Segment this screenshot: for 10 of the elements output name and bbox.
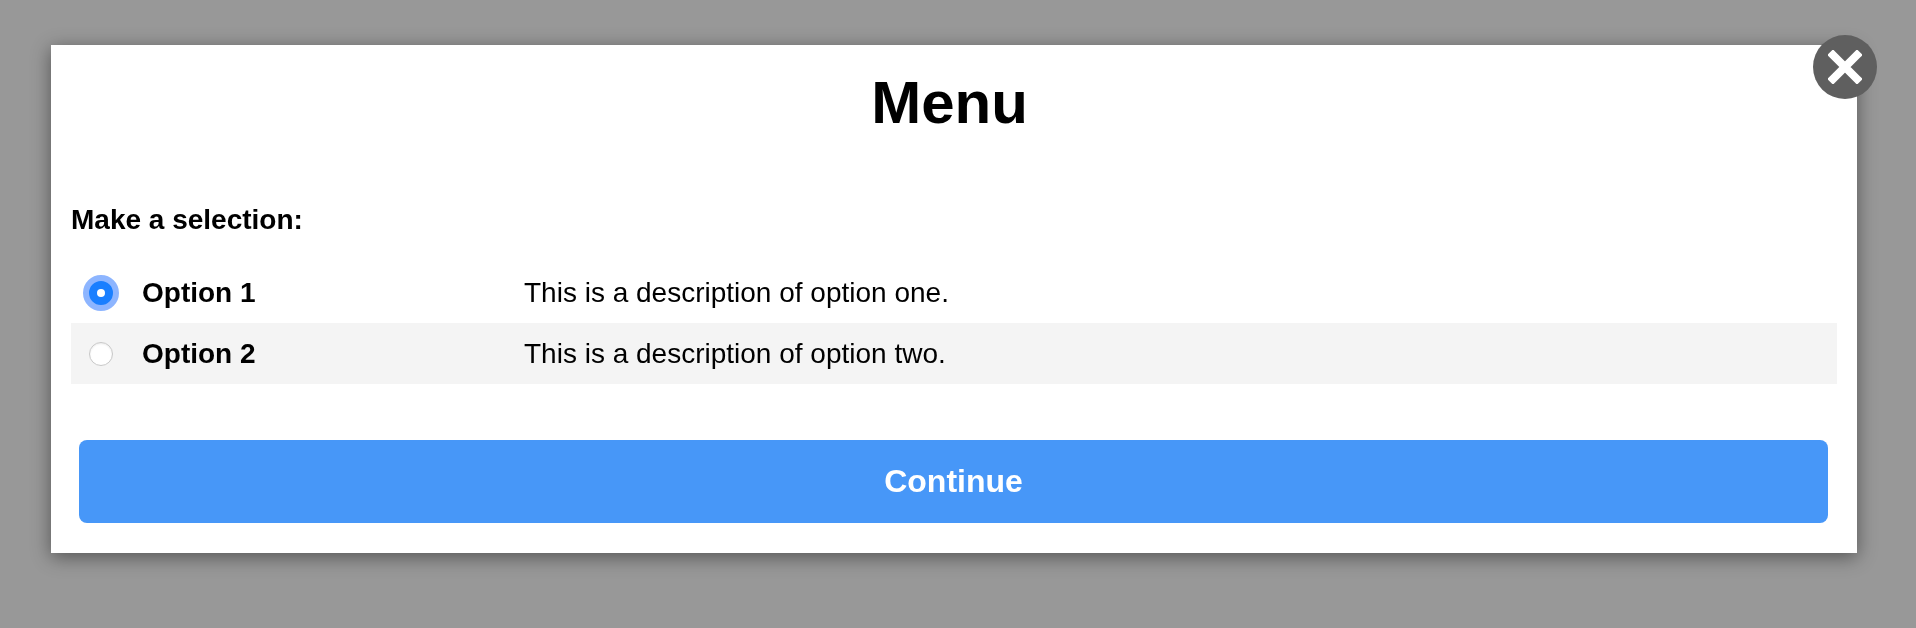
close-icon [1828, 50, 1862, 84]
radio-button[interactable] [83, 274, 119, 311]
dialog-title: Menu [871, 68, 1028, 138]
option-description: This is a description of option one. [524, 276, 949, 309]
prompt-label: Make a selection: [71, 203, 304, 237]
radio-button[interactable] [89, 341, 113, 366]
option-label: Option 2 [142, 337, 257, 370]
option-label: Option 1 [142, 276, 257, 309]
option-description: This is a description of option two. [524, 337, 946, 370]
option-row[interactable]: Option 2 This is a description of option two. [71, 323, 1837, 384]
